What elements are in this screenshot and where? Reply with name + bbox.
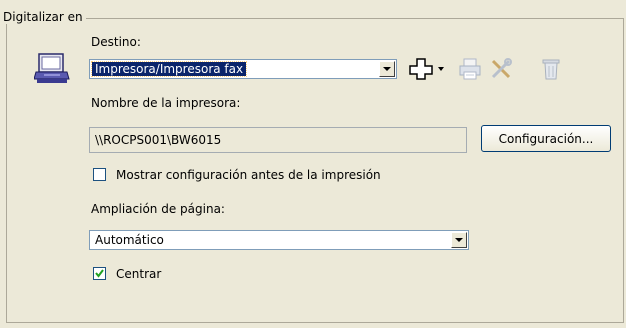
center-label: Centrar bbox=[116, 267, 162, 281]
page-scaling-dropdown-arrow[interactable] bbox=[451, 232, 467, 248]
page-scaling-label: Ampliación de página: bbox=[91, 202, 225, 216]
add-destination-button[interactable] bbox=[406, 56, 448, 82]
add-icon bbox=[409, 58, 444, 80]
show-settings-label: Mostrar configuración antes de la impres… bbox=[116, 168, 381, 182]
trash-icon bbox=[542, 59, 560, 80]
printer-name-label: Nombre de la impresora: bbox=[91, 96, 241, 110]
tools-button[interactable] bbox=[488, 56, 514, 82]
chevron-down-icon bbox=[455, 237, 463, 242]
scanner-to-printer-icon bbox=[33, 51, 70, 85]
destination-label: Destino: bbox=[91, 35, 141, 49]
center-checkbox[interactable] bbox=[93, 267, 106, 280]
delete-button[interactable] bbox=[538, 56, 564, 82]
checkmark-icon bbox=[95, 269, 104, 278]
configuration-button[interactable]: Configuración... bbox=[481, 125, 611, 152]
groupbox-title: Digitalizar en bbox=[2, 10, 86, 24]
destination-select[interactable]: Impresora/Impresora fax bbox=[89, 59, 397, 79]
printer-name-value: \\ROCPS001\BW6015 bbox=[95, 133, 222, 147]
chevron-down-icon bbox=[383, 66, 391, 71]
destination-selected-value: Impresora/Impresora fax bbox=[90, 61, 248, 77]
page-scaling-selected-value: Automático bbox=[95, 233, 164, 247]
printer-name-field: \\ROCPS001\BW6015 bbox=[89, 127, 467, 153]
show-settings-checkbox[interactable] bbox=[93, 168, 106, 181]
printer-icon bbox=[459, 58, 481, 80]
page-scaling-select[interactable]: Automático bbox=[89, 230, 469, 250]
destination-dropdown-arrow[interactable] bbox=[379, 61, 395, 77]
printer-button[interactable] bbox=[457, 56, 483, 82]
tools-icon bbox=[491, 58, 512, 79]
